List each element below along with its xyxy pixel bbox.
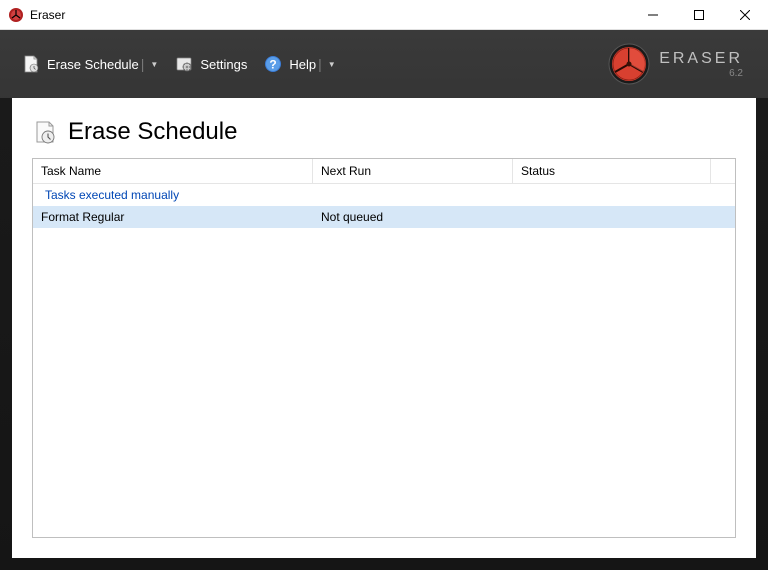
column-task-name[interactable]: Task Name — [33, 159, 313, 183]
eraser-logo-icon — [607, 42, 651, 86]
close-button[interactable] — [722, 0, 768, 30]
window-controls — [630, 0, 768, 30]
schedule-table: Task Name Next Run Status Tasks executed… — [32, 158, 736, 538]
help-label: Help — [289, 57, 316, 72]
settings-label: Settings — [200, 57, 247, 72]
chevron-down-icon: ▼ — [150, 60, 158, 69]
logo-version: 6.2 — [659, 68, 743, 79]
page-title: Erase Schedule — [68, 118, 237, 146]
cell-status — [513, 206, 735, 228]
help-icon: ? — [263, 54, 283, 74]
toolbar: Erase Schedule | ▼ Settings ? Help | ▼ — [0, 30, 768, 98]
content-header: Erase Schedule — [32, 118, 736, 146]
column-spacer — [711, 159, 735, 183]
maximize-button[interactable] — [676, 0, 722, 30]
content-wrap: Erase Schedule Task Name Next Run Status… — [0, 98, 768, 570]
app-icon — [8, 7, 24, 23]
maximize-icon — [694, 10, 704, 20]
cell-task-name: Format Regular — [33, 206, 313, 228]
schedule-icon — [32, 119, 58, 145]
minimize-icon — [648, 10, 658, 20]
help-button[interactable]: ? Help | ▼ — [257, 50, 341, 78]
app-logo: ERASER 6.2 — [607, 42, 753, 86]
settings-button[interactable]: Settings — [168, 50, 253, 78]
separator: | — [141, 56, 145, 72]
erase-schedule-button[interactable]: Erase Schedule | ▼ — [15, 50, 164, 78]
window-titlebar: Eraser — [0, 0, 768, 30]
window-title: Eraser — [30, 8, 630, 22]
table-header: Task Name Next Run Status — [33, 159, 735, 184]
svg-text:?: ? — [270, 58, 277, 72]
toolbar-left: Erase Schedule | ▼ Settings ? Help | ▼ — [15, 50, 342, 78]
close-icon — [740, 10, 750, 20]
separator: | — [318, 56, 322, 72]
gear-icon — [174, 54, 194, 74]
main-content: Erase Schedule Task Name Next Run Status… — [12, 98, 756, 558]
logo-name: ERASER — [659, 50, 743, 68]
table-row[interactable]: Format Regular Not queued — [33, 206, 735, 228]
column-next-run[interactable]: Next Run — [313, 159, 513, 183]
chevron-down-icon: ▼ — [328, 60, 336, 69]
app-chrome: Erase Schedule | ▼ Settings ? Help | ▼ — [0, 30, 768, 570]
minimize-button[interactable] — [630, 0, 676, 30]
erase-schedule-label: Erase Schedule — [47, 57, 139, 72]
document-icon — [21, 54, 41, 74]
cell-next-run: Not queued — [313, 206, 513, 228]
column-status[interactable]: Status — [513, 159, 711, 183]
logo-text: ERASER 6.2 — [659, 50, 743, 79]
table-group-label[interactable]: Tasks executed manually — [33, 184, 735, 206]
